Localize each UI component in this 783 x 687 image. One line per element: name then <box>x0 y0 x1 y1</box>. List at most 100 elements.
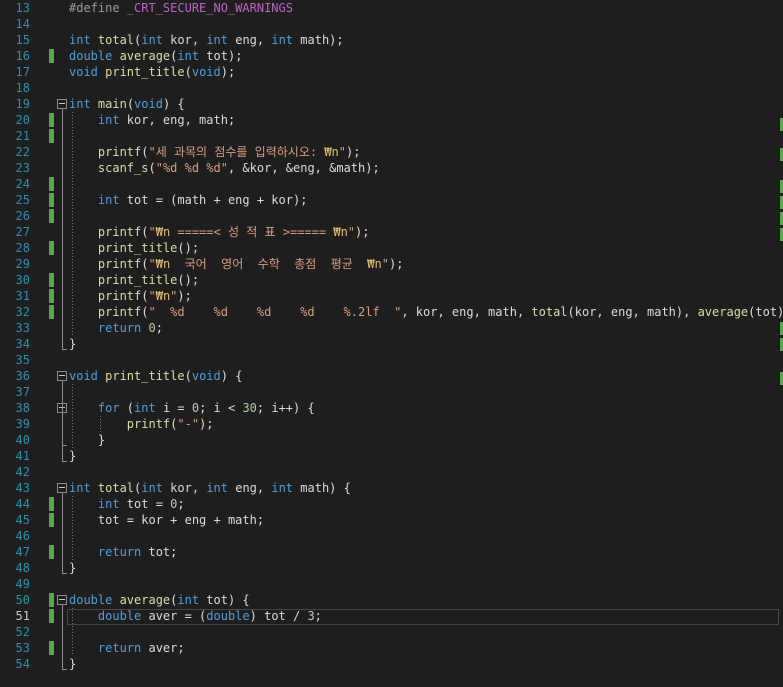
code-line[interactable]: 28 print_title(); <box>0 240 783 256</box>
line-number: 20 <box>15 113 30 127</box>
code-token: void <box>191 369 221 383</box>
code-token: } <box>69 657 77 671</box>
code-line[interactable]: 41} <box>0 448 783 464</box>
code-token: tot) { <box>199 593 250 607</box>
code-token: ; <box>177 497 185 511</box>
code-token: " <box>148 289 156 303</box>
change-marker <box>49 641 54 655</box>
change-marker <box>49 129 54 143</box>
code-token: tot = kor + eng + math; <box>69 513 265 527</box>
code-line[interactable]: 35 <box>0 352 783 368</box>
code-token: total <box>97 481 135 495</box>
code-token: (); <box>177 273 200 287</box>
code-line[interactable]: 27 printf("₩n =====< 성 적 표 >===== ₩n"); <box>0 224 783 240</box>
line-number: 46 <box>15 529 30 543</box>
code-line[interactable]: 21 <box>0 128 783 144</box>
code-token: math) { <box>293 481 351 495</box>
code-line[interactable]: 25 int tot = (math + eng + kor); <box>0 192 783 208</box>
code-token: } <box>69 561 77 575</box>
code-token: for <box>69 401 120 415</box>
code-line[interactable]: 34} <box>0 336 783 352</box>
collapse-icon[interactable] <box>57 99 67 109</box>
code-line[interactable]: 31 printf("₩n"); <box>0 288 783 304</box>
code-line[interactable]: 51 double aver = (double) tot / 3; <box>0 608 783 624</box>
indent-guide <box>72 496 73 560</box>
code-line[interactable]: 36 void print_title(void) { <box>0 368 783 384</box>
code-line[interactable]: 18 <box>0 80 783 96</box>
code-line[interactable]: 52 <box>0 624 783 640</box>
line-number: 31 <box>15 289 30 303</box>
line-number: 36 <box>15 369 30 383</box>
collapse-icon[interactable] <box>57 371 67 381</box>
indent-guide <box>72 112 73 336</box>
code-token: int <box>69 113 120 127</box>
code-text: printf("-"); <box>69 416 214 432</box>
code-line[interactable]: 17 void print_title(void); <box>0 64 783 80</box>
code-line[interactable]: 47 return tot; <box>0 544 783 560</box>
code-line[interactable]: 48} <box>0 560 783 576</box>
code-line[interactable]: 46 <box>0 528 783 544</box>
code-token: tot; <box>141 545 178 559</box>
code-token: (); <box>177 241 200 255</box>
code-token: 0 <box>148 321 156 335</box>
line-number: 24 <box>15 177 30 191</box>
code-token: return <box>69 545 142 559</box>
code-line[interactable]: 24 <box>0 176 783 192</box>
code-line[interactable]: 53 return aver; <box>0 640 783 656</box>
code-token: tot = <box>119 497 171 511</box>
indent-guide <box>72 384 73 448</box>
code-token: printf <box>69 145 142 159</box>
line-number: 52 <box>15 625 30 639</box>
line-number: 16 <box>15 49 30 63</box>
code-line[interactable]: 50 double average(int tot) { <box>0 592 783 608</box>
change-marker <box>49 305 54 319</box>
line-number: 39 <box>15 417 30 431</box>
code-line[interactable]: 23 scanf_s("%d %d %d", &kor, &eng, &math… <box>0 160 783 176</box>
code-line[interactable]: 43 int total(int kor, int eng, int math) … <box>0 480 783 496</box>
code-line[interactable]: 13 #define _CRT_SECURE_NO_WARNINGS <box>0 0 783 16</box>
line-number: 38 <box>15 401 30 415</box>
code-text: return 0; <box>69 320 163 336</box>
code-line[interactable]: 37 <box>0 384 783 400</box>
code-line[interactable]: 38 for (int i = 0; i < 30; i++) { <box>0 400 783 416</box>
line-number: 44 <box>15 497 30 511</box>
code-line[interactable]: 33 return 0; <box>0 320 783 336</box>
code-line[interactable]: 30 print_title(); <box>0 272 783 288</box>
code-line[interactable]: 14 <box>0 16 783 32</box>
code-token: _CRT_SECURE_NO_WARNINGS <box>126 1 293 15</box>
code-token: int <box>69 33 98 47</box>
collapse-icon[interactable] <box>57 483 67 493</box>
code-token: void <box>69 369 106 383</box>
code-line[interactable]: 42 <box>0 464 783 480</box>
code-token: "세 과목의 점수를 입력하시오: <box>148 145 325 159</box>
code-line[interactable]: 29 printf("₩n 국어 영어 수학 총점 평균 ₩n"); <box>0 256 783 272</box>
code-line[interactable]: 40 } <box>0 432 783 448</box>
code-line[interactable]: 16 double average(int tot); <box>0 48 783 64</box>
code-token: "%d %d %d" <box>155 161 228 175</box>
code-token: 3 <box>307 609 315 623</box>
code-line[interactable]: 54} <box>0 656 783 672</box>
code-line[interactable]: 22 printf("세 과목의 점수를 입력하시오: ₩n"); <box>0 144 783 160</box>
code-line[interactable]: 19 int main(void) { <box>0 96 783 112</box>
code-line[interactable]: 15 int total(int kor, int eng, int math); <box>0 32 783 48</box>
code-token: ( <box>148 161 156 175</box>
code-editor[interactable]: 13 #define _CRT_SECURE_NO_WARNINGS 14 15 int… <box>0 0 783 687</box>
change-marker <box>49 241 54 255</box>
code-token: print_title <box>105 369 185 383</box>
change-marker <box>49 593 54 607</box>
line-number: 45 <box>15 513 30 527</box>
code-text: int total(int kor, int eng, int math); <box>69 32 344 48</box>
code-line[interactable]: 39 printf("-"); <box>0 416 783 432</box>
line-number: 48 <box>15 561 30 575</box>
code-line[interactable]: 45 tot = kor + eng + math; <box>0 512 783 528</box>
collapse-icon[interactable] <box>57 595 67 605</box>
code-token: ); <box>388 257 404 271</box>
code-line[interactable]: 32 printf(" %d %d %d %d %.2lf ", kor, en… <box>0 304 783 320</box>
code-line[interactable]: 44 int tot = 0; <box>0 496 783 512</box>
code-line[interactable]: 49 <box>0 576 783 592</box>
code-line[interactable]: 26 <box>0 208 783 224</box>
code-token: int <box>206 33 228 47</box>
code-line[interactable]: 20 int kor, eng, math; <box>0 112 783 128</box>
code-text: return tot; <box>69 544 177 560</box>
code-token: average <box>119 593 171 607</box>
